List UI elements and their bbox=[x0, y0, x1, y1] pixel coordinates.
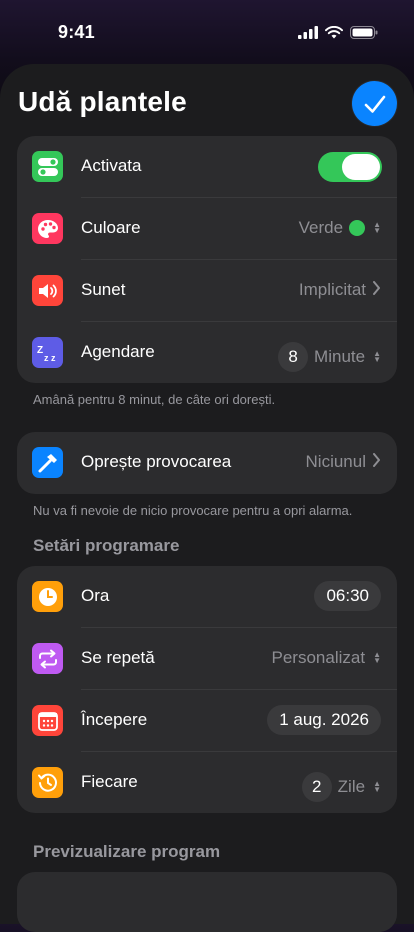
enabled-toggle[interactable] bbox=[318, 152, 382, 182]
signal-icon bbox=[298, 26, 318, 39]
svg-text:z: z bbox=[44, 353, 49, 363]
color-value-text: Verde bbox=[298, 218, 344, 237]
snooze-unit: Minute bbox=[314, 347, 366, 366]
status-time: 9:41 bbox=[58, 22, 95, 42]
palette-icon bbox=[32, 213, 63, 244]
row-every[interactable]: Fiecare 2 Zile ▲ ▼ bbox=[17, 752, 397, 814]
sound-value[interactable]: Implicitat bbox=[299, 280, 381, 300]
color-label: Culoare bbox=[81, 218, 141, 237]
sound-label: Sunet bbox=[81, 280, 126, 299]
start-date-pill[interactable]: 1 aug. 2026 bbox=[267, 705, 381, 735]
every-number[interactable]: 2 bbox=[301, 772, 332, 802]
color-value[interactable]: Verde ▲ ▼ bbox=[299, 218, 381, 238]
schedule-section-header: Setări programare bbox=[33, 536, 180, 555]
challenge-value-text: Niciunul bbox=[305, 452, 366, 471]
every-label: Fiecare bbox=[81, 772, 138, 791]
time-label: Ora bbox=[81, 586, 110, 605]
row-challenge[interactable]: Oprește provocarea Niciunul bbox=[17, 432, 397, 494]
challenge-footnote: Nu va fi nevoie de nicio provocare pentr… bbox=[33, 503, 353, 518]
chevron-up-down-icon: ▲ ▼ bbox=[373, 650, 381, 665]
speaker-icon bbox=[32, 275, 63, 306]
row-enabled[interactable]: Activata bbox=[17, 136, 397, 198]
snooze-value[interactable]: 8 Minute ▲ ▼ bbox=[278, 342, 381, 372]
preview-section-header: Previzualizare program bbox=[33, 842, 221, 861]
start-value[interactable]: 1 aug. 2026 bbox=[267, 705, 381, 735]
status-icons bbox=[298, 26, 378, 39]
chevron-up-down-icon: ▲ ▼ bbox=[373, 220, 381, 235]
challenge-label: Oprește provocarea bbox=[81, 452, 232, 471]
row-color[interactable]: Culoare Verde ▲ ▼ bbox=[17, 198, 397, 260]
calendar-icon bbox=[32, 705, 63, 736]
row-repeat[interactable]: Se repetă Personalizat ▲ ▼ bbox=[17, 628, 397, 690]
snooze-label: Agendare bbox=[81, 342, 155, 361]
hammer-icon bbox=[32, 447, 63, 478]
done-button[interactable] bbox=[352, 81, 397, 126]
snooze-icon: Z z z bbox=[32, 337, 63, 368]
toggle-icon bbox=[32, 151, 63, 182]
wifi-icon bbox=[325, 26, 343, 39]
color-swatch bbox=[349, 220, 366, 236]
clock-icon bbox=[32, 581, 63, 612]
history-icon bbox=[32, 767, 63, 798]
challenge-card: Oprește provocarea Niciunul bbox=[17, 432, 397, 494]
battery-icon bbox=[350, 26, 378, 39]
checkmark-icon bbox=[364, 95, 385, 113]
enabled-label: Activata bbox=[81, 156, 142, 175]
chevron-up-down-icon: ▲ ▼ bbox=[373, 349, 381, 364]
time-pill[interactable]: 06:30 bbox=[314, 581, 381, 611]
chevron-right-icon bbox=[372, 453, 381, 471]
chevron-up-down-icon: ▲ ▼ bbox=[373, 779, 381, 794]
toggle-knob bbox=[342, 154, 380, 180]
repeat-icon bbox=[32, 643, 63, 674]
challenge-value[interactable]: Niciunul bbox=[306, 452, 381, 472]
repeat-label: Se repetă bbox=[81, 648, 155, 667]
repeat-value-text: Personalizat bbox=[271, 648, 366, 667]
preview-card bbox=[17, 872, 397, 932]
schedule-card: Ora 06:30 Se repetă Personalizat ▲ ▼ Înc… bbox=[17, 566, 397, 813]
row-sound[interactable]: Sunet Implicitat bbox=[17, 260, 397, 322]
status-bar: 9:41 bbox=[0, 0, 414, 64]
row-snooze[interactable]: Z z z Agendare 8 Minute ▲ ▼ bbox=[17, 322, 397, 384]
chevron-right-icon bbox=[372, 281, 381, 299]
snooze-footnote: Amână pentru 8 minut, de câte ori doreșt… bbox=[33, 392, 276, 407]
time-value[interactable]: 06:30 bbox=[314, 581, 381, 611]
repeat-value[interactable]: Personalizat ▲ ▼ bbox=[272, 648, 381, 668]
every-value[interactable]: 2 Zile ▲ ▼ bbox=[301, 772, 381, 802]
general-settings-card: Activata Culoare Verde ▲ ▼ Sunet Implici… bbox=[17, 136, 397, 383]
page-title: Udă plantele bbox=[18, 86, 187, 117]
every-unit: Zile bbox=[337, 777, 366, 796]
sound-value-text: Implicitat bbox=[298, 280, 366, 299]
svg-text:Z: Z bbox=[37, 345, 43, 356]
row-start[interactable]: Începere 1 aug. 2026 bbox=[17, 690, 397, 752]
svg-text:z: z bbox=[51, 353, 56, 363]
start-label: Începere bbox=[81, 710, 148, 729]
snooze-number[interactable]: 8 bbox=[278, 342, 309, 372]
row-time[interactable]: Ora 06:30 bbox=[17, 566, 397, 628]
